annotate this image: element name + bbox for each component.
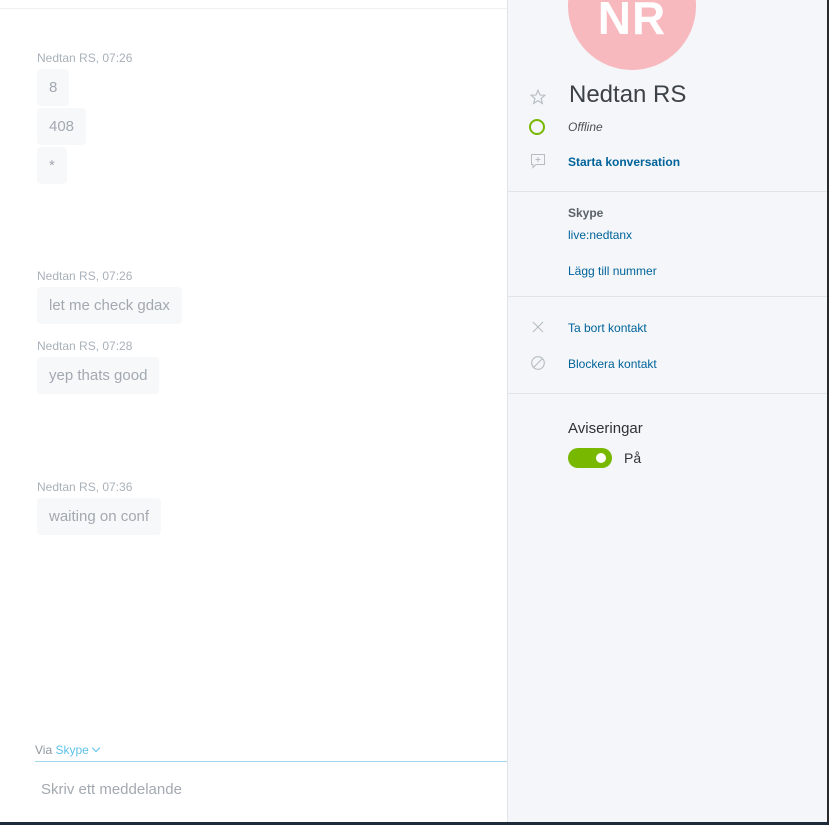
section-divider [508, 393, 828, 394]
compose-divider [35, 761, 507, 762]
message-bubble[interactable]: let me check gdax [37, 287, 182, 324]
section-divider [508, 191, 828, 192]
skype-label: Skype [568, 206, 604, 220]
block-icon[interactable] [530, 355, 546, 371]
contact-profile-pane: NR Nedtan RS Offline Starta konversation… [507, 0, 828, 822]
toggle-knob [596, 453, 606, 463]
notifications-state-label: På [624, 450, 642, 466]
close-icon[interactable] [530, 319, 546, 335]
chat-header-divider [0, 8, 507, 9]
new-chat-icon[interactable] [530, 153, 546, 169]
chat-pane: Nedtan RS, 07:26 8 408 * Nedtan RS, 07:2… [0, 0, 507, 822]
skype-id-link[interactable]: live:nedtanx [568, 228, 632, 242]
star-icon[interactable] [530, 89, 546, 105]
message-input[interactable] [35, 770, 495, 808]
avatar: NR [568, 0, 696, 70]
section-divider [508, 296, 828, 297]
message-sender-time: Nedtan RS, 07:26 [37, 51, 133, 65]
message-bubble[interactable]: 408 [37, 108, 87, 145]
via-service-dropdown[interactable]: Skype [55, 743, 101, 757]
message-bubble[interactable]: 8 [37, 69, 70, 106]
message-sender-time: Nedtan RS, 07:36 [37, 480, 133, 494]
message-bubble[interactable]: yep thats good [37, 357, 160, 394]
status-ring-icon [529, 119, 545, 135]
chevron-down-icon [91, 743, 101, 753]
via-service-label: Skype [55, 743, 89, 757]
remove-contact-link[interactable]: Ta bort kontakt [568, 321, 647, 335]
message-sender-time: Nedtan RS, 07:26 [37, 269, 133, 283]
via-label: Via [35, 743, 53, 757]
via-service-selector: Via Skype [35, 743, 101, 757]
message-bubble[interactable]: waiting on conf [37, 498, 162, 535]
add-number-link[interactable]: Lägg till nummer [568, 264, 657, 278]
start-conversation-link[interactable]: Starta konversation [568, 155, 680, 169]
message-bubble[interactable]: * [37, 147, 67, 184]
avatar-initials: NR [597, 0, 667, 44]
message-sender-time: Nedtan RS, 07:28 [37, 339, 133, 353]
block-contact-link[interactable]: Blockera kontakt [568, 357, 657, 371]
notifications-toggle[interactable] [568, 448, 612, 468]
presence-status: Offline [568, 120, 603, 134]
notifications-title: Aviseringar [568, 420, 643, 437]
contact-name: Nedtan RS [569, 81, 687, 108]
